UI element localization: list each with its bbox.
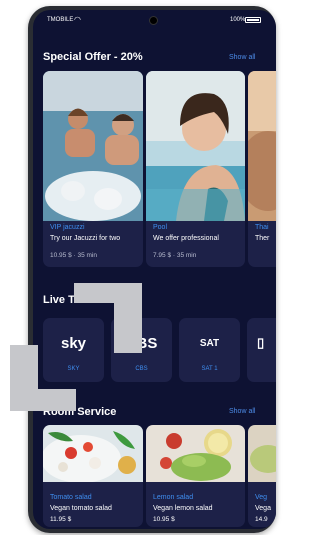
sat1-logo: SAT [199, 338, 220, 349]
offer-card-vip-jacuzzi[interactable]: VIP jacuzzi Try our Jacuzzi for two 10.9… [43, 71, 143, 267]
tv-channel-partial[interactable]: ▯ [247, 318, 276, 382]
thai-photo [248, 71, 276, 221]
pool-photo [146, 71, 245, 221]
offer-description: Try our Jacuzzi for two [50, 235, 121, 242]
food-price: 10.95 $ [153, 516, 175, 523]
offer-card-thai[interactable]: Thai Ther [248, 71, 276, 267]
food-title: Tomato salad [50, 494, 92, 501]
sky-logo: sky [60, 335, 87, 352]
food-photo [248, 425, 276, 482]
carrier-label: TMOBILE [47, 17, 74, 23]
room-service-show-all-link[interactable]: Show all [229, 408, 255, 415]
food-card-lemon-salad[interactable]: Lemon salad Vegan lemon salad 10.95 $ [146, 425, 245, 527]
channel-label: SAT 1 [201, 366, 218, 372]
food-price: 14.9 [255, 516, 268, 523]
jacuzzi-photo [43, 71, 143, 221]
tv-channel-sky[interactable]: sky SKY [43, 318, 104, 382]
battery-percent: 100% [230, 17, 246, 23]
tomato-salad-photo [43, 425, 143, 482]
offer-price-duration: 7.95 $ · 35 min [153, 252, 197, 259]
tv-channel-sat1[interactable]: SAT SAT 1 [179, 318, 240, 382]
food-card-tomato-salad[interactable]: Tomato salad Vegan tomato salad 11.95 $ [43, 425, 143, 527]
food-price: 11.95 $ [50, 516, 72, 523]
offer-title: Thai [255, 224, 269, 231]
offer-title: Pool [153, 224, 168, 231]
channel-label: CBS [135, 366, 148, 372]
battery-icon [245, 17, 261, 23]
special-offer-show-all-link[interactable]: Show all [229, 54, 255, 61]
food-card-partial[interactable]: Veg Vega 14.9 [248, 425, 276, 527]
special-offer-title: Special Offer - 20% [43, 51, 143, 63]
wifi-icon: ◠ [74, 15, 81, 24]
lemon-salad-photo [146, 425, 245, 482]
food-description: Vegan tomato salad [50, 505, 112, 512]
offer-card-pool[interactable]: Pool We offer professional 7.95 $ · 35 m… [146, 71, 245, 267]
decorative-bracket-bottom [10, 389, 76, 411]
app-screen: TMOBILE ◠ 100% Special Offer - 20% Show … [33, 10, 276, 529]
channel-logo: ▯ [257, 335, 265, 350]
status-bar: TMOBILE ◠ 100% [33, 10, 276, 30]
decorative-bracket-top-stem [114, 283, 142, 353]
food-title: Lemon salad [153, 494, 194, 501]
food-description: Vegan lemon salad [153, 505, 213, 512]
offer-title: VIP jacuzzi [50, 224, 85, 231]
offer-description: Ther [255, 235, 270, 242]
channel-label: SKY [67, 366, 80, 372]
offer-description: We offer professional [153, 235, 219, 242]
live-tv-title: Live T [43, 294, 75, 306]
food-description: Vega [255, 505, 271, 512]
front-camera [149, 16, 158, 25]
food-title: Veg [255, 494, 268, 501]
offer-price-duration: 10.95 $ · 35 min [50, 252, 97, 259]
